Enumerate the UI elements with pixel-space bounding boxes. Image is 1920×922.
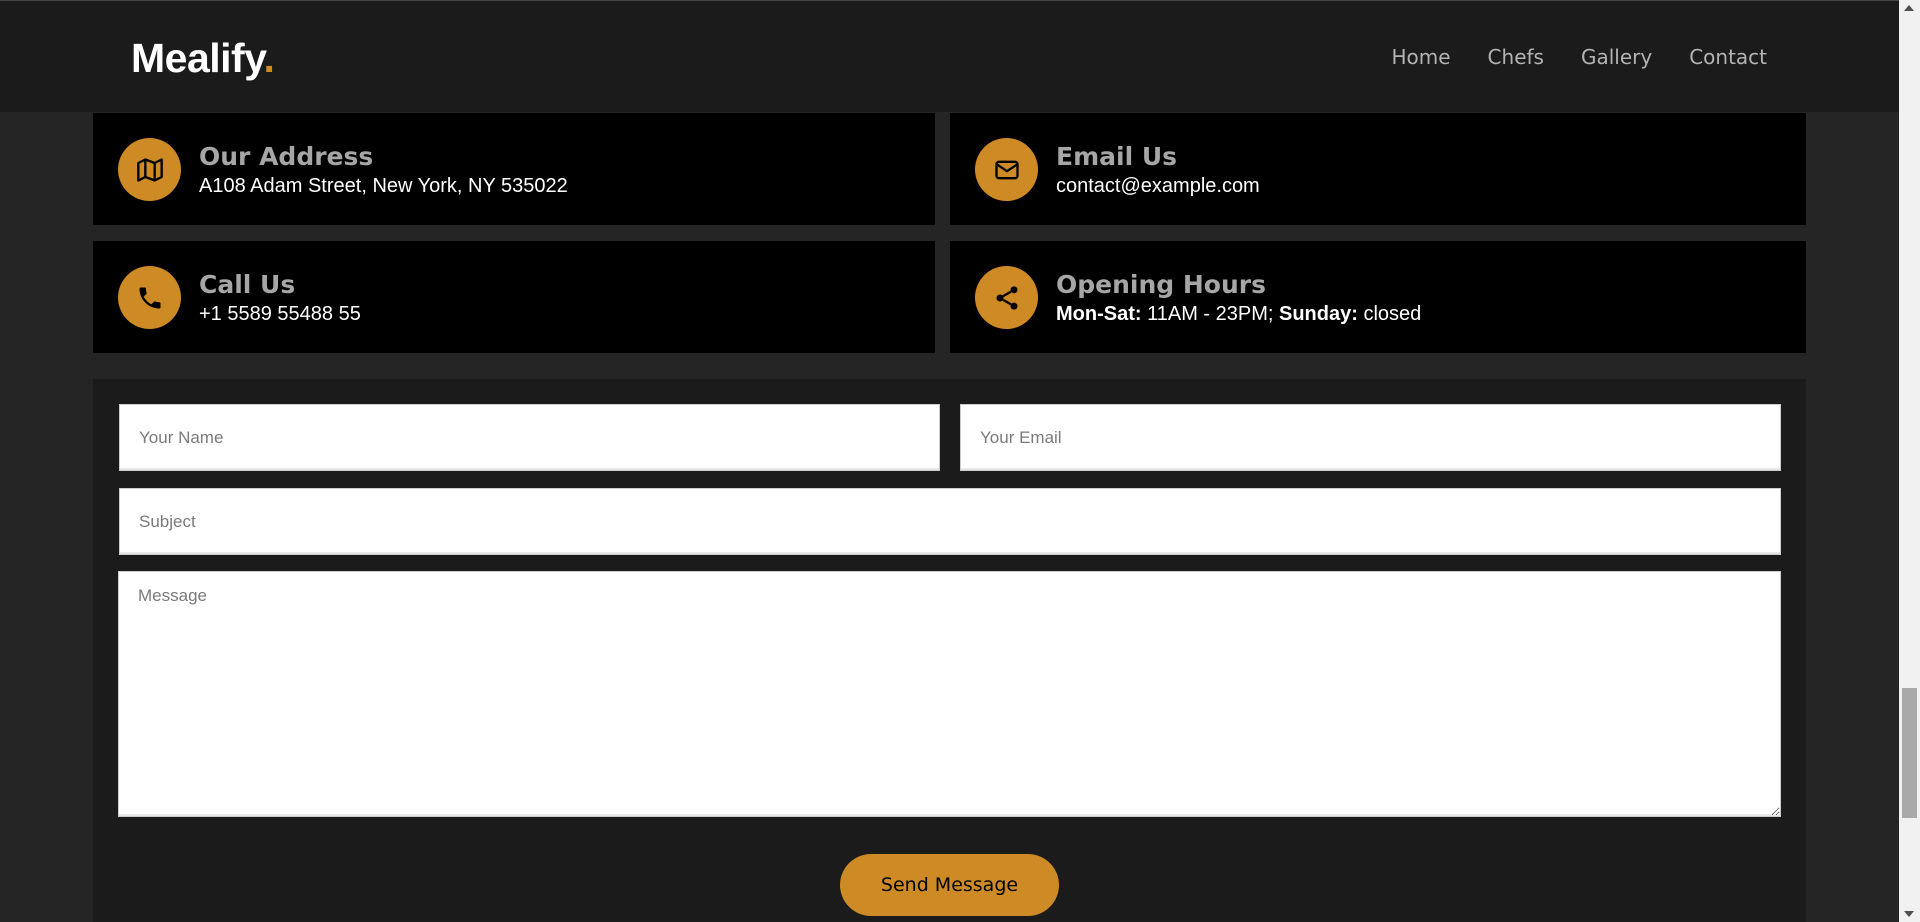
phone-icon bbox=[118, 266, 181, 329]
hours-weekday-value: 11AM - 23PM; bbox=[1141, 303, 1279, 325]
hours-sunday-label: Sunday: bbox=[1279, 303, 1358, 325]
hours-text: Mon-Sat: 11AM - 23PM; Sunday: closed bbox=[1056, 303, 1421, 326]
nav-home[interactable]: Home bbox=[1391, 45, 1450, 69]
email-info-box: Email Us contact@example.com bbox=[950, 113, 1806, 225]
hours-title: Opening Hours bbox=[1056, 270, 1266, 299]
phone-text: +1 5589 55488 55 bbox=[199, 303, 361, 325]
hours-sunday-value: closed bbox=[1357, 303, 1422, 325]
site-header: Mealify. Home Chefs Gallery Contact bbox=[0, 0, 1899, 112]
hours-weekday-label: Mon-Sat: bbox=[1056, 303, 1142, 325]
message-textarea[interactable] bbox=[118, 571, 1781, 817]
email-input[interactable] bbox=[960, 404, 1781, 471]
map-icon bbox=[118, 138, 181, 201]
share-icon bbox=[975, 266, 1038, 329]
subject-input[interactable] bbox=[119, 488, 1781, 555]
main-nav: Home Chefs Gallery Contact bbox=[1354, 45, 1767, 69]
scroll-thumb[interactable] bbox=[1902, 688, 1917, 818]
address-info-box: Our Address A108 Adam Street, New York, … bbox=[93, 113, 935, 225]
hours-info-box: Opening Hours Mon-Sat: 11AM - 23PM; Sund… bbox=[950, 241, 1806, 353]
logo[interactable]: Mealify. bbox=[131, 35, 275, 82]
phone-info-box: Call Us +1 5589 55488 55 bbox=[93, 241, 935, 353]
logo-dot: . bbox=[263, 35, 275, 81]
nav-chefs[interactable]: Chefs bbox=[1488, 45, 1544, 69]
email-text: contact@example.com bbox=[1056, 175, 1260, 197]
logo-text: Mealify bbox=[131, 35, 264, 81]
envelope-icon bbox=[975, 138, 1038, 201]
send-message-button[interactable]: Send Message bbox=[840, 854, 1059, 916]
page-scrollbar[interactable] bbox=[1899, 0, 1920, 922]
email-title: Email Us bbox=[1056, 142, 1178, 171]
address-title: Our Address bbox=[199, 142, 374, 171]
scroll-down-arrow-icon[interactable] bbox=[1904, 911, 1914, 917]
nav-gallery[interactable]: Gallery bbox=[1581, 45, 1652, 69]
scroll-up-arrow-icon[interactable] bbox=[1904, 5, 1914, 11]
address-text: A108 Adam Street, New York, NY 535022 bbox=[199, 175, 568, 197]
nav-contact[interactable]: Contact bbox=[1689, 45, 1767, 69]
phone-title: Call Us bbox=[199, 270, 296, 299]
name-input[interactable] bbox=[119, 404, 940, 471]
